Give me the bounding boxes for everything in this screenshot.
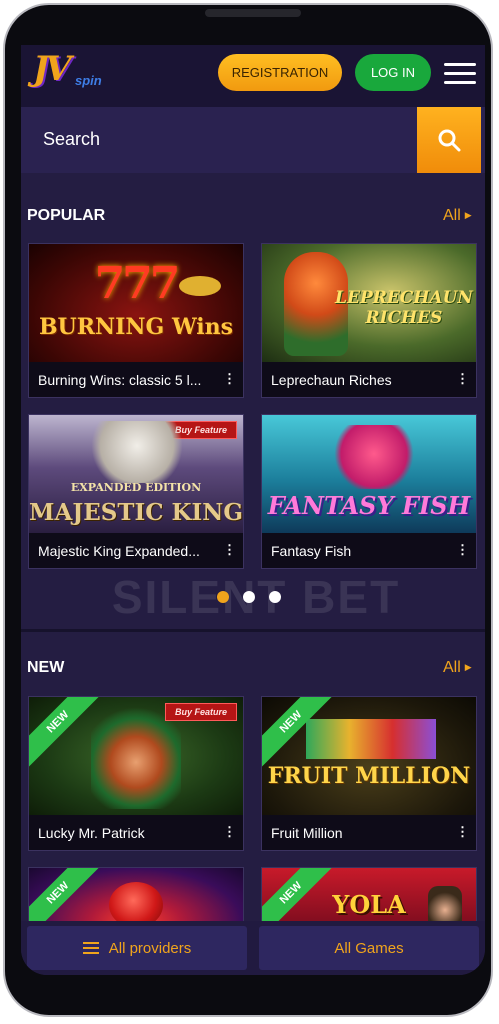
carousel-dot[interactable] [243, 591, 255, 603]
game-card[interactable]: FRUIT MILLION NEW Fruit Million ⋮ [261, 696, 477, 851]
search-bar: Search [21, 107, 485, 173]
chevron-right-icon: ▶ [464, 662, 472, 673]
more-options-icon[interactable]: ⋮ [223, 542, 236, 558]
new-all-link[interactable]: All ▶ [443, 659, 472, 677]
popular-all-link[interactable]: All ▶ [443, 207, 472, 225]
game-title: Lucky Mr. Patrick [38, 825, 145, 841]
game-card[interactable]: LEPRECHAUN RICHES Leprechaun Riches ⋮ [261, 243, 477, 398]
bell-icon [179, 276, 221, 296]
game-card[interactable]: Buy Feature EXPANDED EDITION MAJESTIC KI… [28, 414, 244, 569]
game-caption: Fantasy Fish ⋮ [262, 533, 476, 568]
lion-figure [89, 421, 185, 483]
more-options-icon[interactable]: ⋮ [456, 824, 469, 840]
game-card[interactable]: FANTASY FISH Fantasy Fish ⋮ [261, 414, 477, 569]
game-caption: Burning Wins: classic 5 l... ⋮ [29, 362, 243, 397]
game-thumbnail[interactable]: Buy Feature NEW [29, 697, 243, 815]
all-link-label: All [443, 207, 461, 224]
carousel-dot-active[interactable] [217, 591, 229, 603]
new-section-title: NEW [27, 659, 65, 676]
octopus-figure [332, 425, 416, 489]
all-games-label: All Games [334, 939, 404, 957]
game-caption: Majestic King Expanded... ⋮ [29, 533, 243, 568]
game-art-subtext: EXPANDED EDITION [70, 481, 202, 494]
game-thumbnail[interactable]: FANTASY FISH [262, 415, 476, 533]
game-thumbnail[interactable]: LEPRECHAUN RICHES [262, 244, 476, 362]
game-thumbnail[interactable]: NEW [29, 868, 243, 926]
game-art-subtext: BURNING Wins [38, 314, 234, 340]
hamburger-menu-icon[interactable] [444, 63, 476, 85]
section-divider [21, 629, 485, 632]
game-title: Fruit Million [271, 825, 343, 841]
all-link-label: All [443, 659, 461, 676]
app-screen: JV spin REGISTRATION LOG IN Search POPUL… [21, 45, 485, 975]
popular-section-title: POPULAR [27, 207, 106, 224]
game-art-text: LEPRECHAUN RICHES [335, 288, 473, 328]
game-title: Burning Wins: classic 5 l... [38, 372, 202, 388]
more-options-icon[interactable]: ⋮ [456, 542, 469, 558]
buy-feature-badge: Buy Feature [165, 703, 237, 721]
new-ribbon-badge: NEW [29, 868, 105, 926]
game-caption: Fruit Million ⋮ [262, 815, 476, 850]
game-art-text: MAJESTIC KING [29, 499, 243, 526]
game-card[interactable]: NEW [28, 867, 244, 927]
game-thumbnail[interactable]: Buy Feature EXPANDED EDITION MAJESTIC KI… [29, 415, 243, 533]
game-thumbnail[interactable]: FRUIT MILLION NEW [262, 697, 476, 815]
all-games-button[interactable]: All Games [259, 926, 479, 970]
game-art-text: FANTASY FISH [267, 491, 471, 520]
top-bar: JV spin REGISTRATION LOG IN [21, 45, 485, 107]
phone-frame: JV spin REGISTRATION LOG IN Search POPUL… [3, 3, 493, 1017]
search-input[interactable]: Search [43, 129, 100, 150]
logo-mark: JV [33, 49, 72, 89]
carousel-dots [217, 591, 281, 603]
game-title: Fantasy Fish [271, 543, 352, 559]
game-card[interactable]: YOLA NEW [261, 867, 477, 927]
game-thumbnail[interactable]: YOLA NEW [262, 868, 476, 926]
search-icon [438, 129, 461, 152]
search-button[interactable] [417, 107, 481, 173]
game-art-text: FRUIT MILLION [267, 763, 471, 789]
more-options-icon[interactable]: ⋮ [456, 371, 469, 387]
fruit-symbols [306, 719, 436, 759]
login-button[interactable]: LOG IN [355, 54, 431, 91]
bottom-bar: All providers All Games [21, 921, 485, 975]
site-logo[interactable]: JV spin [31, 49, 121, 101]
all-providers-button[interactable]: All providers [27, 926, 247, 970]
phone-notch [205, 9, 301, 17]
more-options-icon[interactable]: ⋮ [223, 824, 236, 840]
character-figure [428, 886, 462, 926]
chevron-right-icon: ▶ [464, 210, 472, 221]
more-options-icon[interactable]: ⋮ [223, 371, 236, 387]
carousel-dot[interactable] [269, 591, 281, 603]
game-caption: Leprechaun Riches ⋮ [262, 362, 476, 397]
game-card[interactable]: Buy Feature NEW Lucky Mr. Patrick ⋮ [28, 696, 244, 851]
registration-button[interactable]: REGISTRATION [218, 54, 342, 91]
game-title: Majestic King Expanded... [38, 543, 200, 559]
game-card[interactable]: 777 BURNING Wins Burning Wins: classic 5… [28, 243, 244, 398]
game-title: Leprechaun Riches [271, 372, 392, 388]
list-icon [82, 939, 99, 957]
all-providers-label: All providers [108, 939, 192, 957]
game-thumbnail[interactable]: 777 BURNING Wins [29, 244, 243, 362]
logo-subtext: spin [75, 73, 102, 88]
game-caption: Lucky Mr. Patrick ⋮ [29, 815, 243, 850]
